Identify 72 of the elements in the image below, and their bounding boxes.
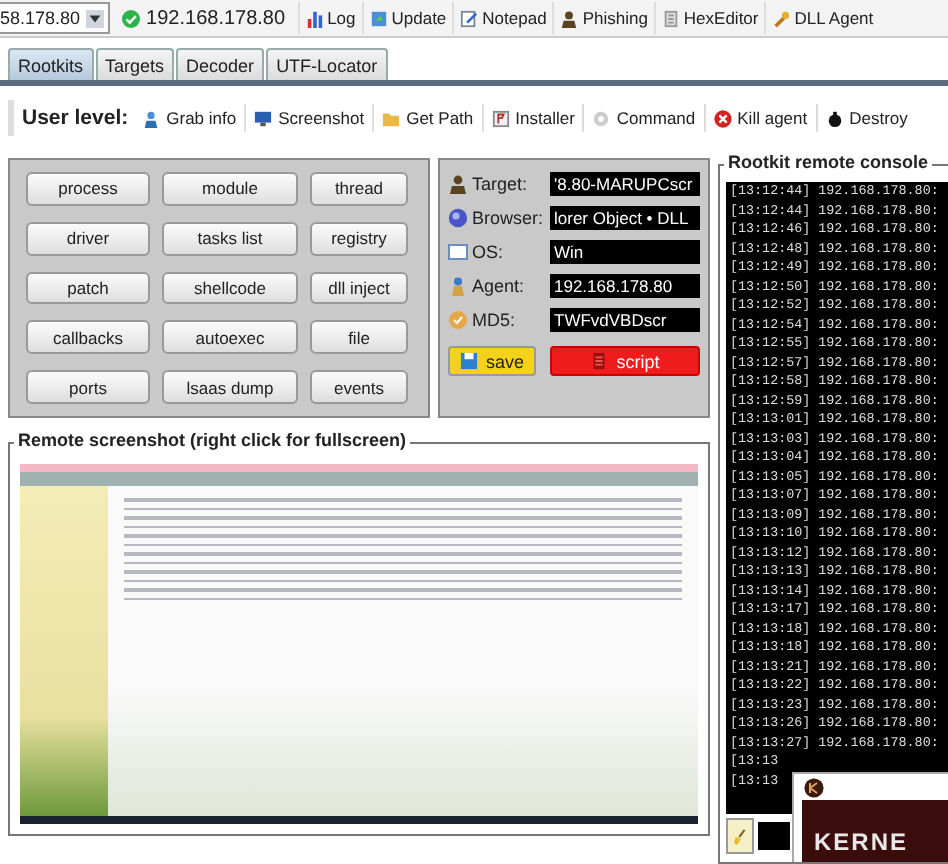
action-button[interactable]: Grab info xyxy=(134,108,245,128)
module-button[interactable]: thread xyxy=(310,172,408,206)
bomb-icon xyxy=(825,109,844,127)
globe-icon xyxy=(448,207,468,227)
notepad-icon xyxy=(460,9,479,27)
module-button[interactable]: registry xyxy=(310,221,408,256)
banner-text: KERNE xyxy=(814,828,909,856)
field-label: Target: xyxy=(472,173,530,193)
module-button[interactable]: dll inject xyxy=(310,271,408,305)
window-icon xyxy=(448,241,468,261)
toolbar-grip xyxy=(8,100,14,136)
toolbar-button[interactable]: DLL Agent xyxy=(764,2,880,34)
field-label: Agent: xyxy=(472,275,527,295)
module-button[interactable]: lsaas dump xyxy=(162,370,298,404)
action-button[interactable]: Get Path xyxy=(374,108,482,128)
module-button[interactable]: driver xyxy=(26,221,150,256)
toolbar-button[interactable]: Notepad xyxy=(452,2,553,34)
installer-icon xyxy=(491,109,510,127)
field-label: Browser: xyxy=(472,207,546,227)
panel-title: Remote screenshot (right click for fullscreen) xyxy=(14,430,411,450)
monitor-icon xyxy=(254,109,273,127)
command-field[interactable] xyxy=(758,822,790,850)
module-button[interactable]: autoexec xyxy=(162,320,298,355)
toolbar-button[interactable]: HexEditor xyxy=(653,2,765,34)
action-button[interactable]: Installer xyxy=(483,108,583,128)
script-button[interactable]: script xyxy=(550,346,700,376)
close-icon xyxy=(713,109,732,127)
figure-icon xyxy=(448,173,468,193)
folder-icon xyxy=(382,109,401,127)
action-button[interactable]: Command xyxy=(584,108,704,128)
document-icon xyxy=(590,352,609,370)
action-button[interactable]: Destroy xyxy=(817,108,916,128)
tab[interactable]: Rootkits xyxy=(8,48,94,80)
tab[interactable]: Targets xyxy=(95,48,175,80)
host-dropdown[interactable]: 58.178.80 xyxy=(0,2,111,34)
toolbar-button[interactable]: Log xyxy=(297,2,362,34)
module-button[interactable]: file xyxy=(310,320,408,355)
clear-button[interactable] xyxy=(726,818,754,854)
module-button[interactable]: callbacks xyxy=(26,320,150,355)
module-button[interactable]: module xyxy=(162,172,298,206)
module-button[interactable]: process xyxy=(26,172,150,206)
value-field[interactable]: Win xyxy=(550,239,700,263)
action-button[interactable]: Screenshot xyxy=(246,108,373,128)
person-icon xyxy=(448,275,468,295)
field-label: OS: xyxy=(472,241,506,261)
broom-icon xyxy=(731,827,749,845)
user-level-label: User level: xyxy=(22,106,129,130)
toolbar-button[interactable]: Phishing xyxy=(552,2,654,34)
module-button[interactable]: events xyxy=(310,370,408,404)
value-field[interactable]: '8.80-MARUPCscr xyxy=(550,171,700,195)
value-field[interactable]: lorer Object • DLL xyxy=(550,205,700,229)
tab[interactable]: Decoder xyxy=(176,48,265,80)
panel-title: Rootkit remote console xyxy=(724,152,933,172)
save-button[interactable]: save xyxy=(448,346,536,376)
update-icon xyxy=(369,9,388,27)
field-label: MD5: xyxy=(472,309,518,329)
module-button[interactable]: ports xyxy=(26,370,150,404)
app-logo-icon xyxy=(804,777,824,797)
bar-chart-icon xyxy=(305,9,324,27)
connection-status: 192.168.178.80 xyxy=(110,7,298,29)
coin-icon xyxy=(448,309,468,329)
tab[interactable]: UTF-Locator xyxy=(266,48,388,80)
action-button[interactable]: Kill agent xyxy=(705,108,816,128)
value-field[interactable]: 192.168.178.80 xyxy=(550,273,700,297)
module-button[interactable]: patch xyxy=(26,271,150,305)
module-button[interactable]: shellcode xyxy=(162,271,298,305)
toolbar-button[interactable]: Update xyxy=(361,2,453,34)
figure-icon xyxy=(560,9,579,27)
dropdown-arrow-icon xyxy=(86,9,105,27)
module-button[interactable]: tasks list xyxy=(162,221,298,256)
user-icon xyxy=(142,109,161,127)
value-field[interactable]: TWFvdVBDscr xyxy=(550,307,700,331)
